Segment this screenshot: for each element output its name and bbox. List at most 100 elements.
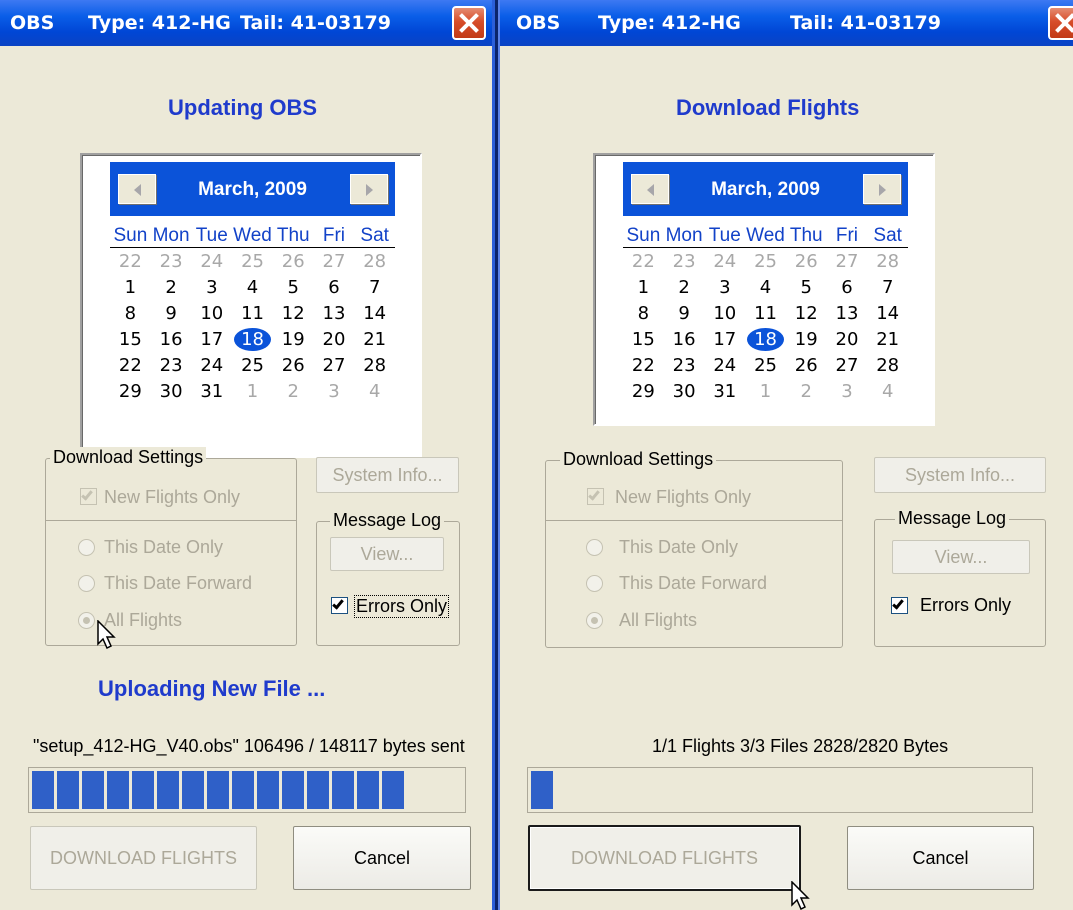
calendar-day[interactable]: 14 — [354, 303, 395, 324]
calendar-day[interactable]: 2 — [273, 381, 314, 402]
calendar-day[interactable]: 23 — [151, 355, 192, 376]
calendar-day[interactable]: 11 — [745, 303, 786, 324]
calendar-day[interactable]: 25 — [232, 251, 273, 272]
calendar-day[interactable]: 27 — [827, 251, 868, 272]
calendar-day[interactable]: 23 — [151, 251, 192, 272]
calendar-day[interactable]: 1 — [745, 381, 786, 402]
calendar-day[interactable]: 3 — [191, 277, 232, 298]
calendar-day[interactable]: 4 — [745, 277, 786, 298]
calendar-day[interactable]: 4 — [867, 381, 908, 402]
calendar-day[interactable]: 16 — [664, 329, 705, 350]
calendar-day[interactable]: 10 — [191, 303, 232, 324]
calendar-day[interactable]: 9 — [664, 303, 705, 324]
calendar-day[interactable]: 4 — [232, 277, 273, 298]
calendar-day[interactable]: 27 — [314, 251, 355, 272]
view-log-button[interactable]: View... — [892, 540, 1030, 574]
all-flights-radio[interactable] — [78, 612, 95, 629]
calendar-day[interactable]: 2 — [151, 277, 192, 298]
calendar-day[interactable]: 16 — [151, 329, 192, 350]
new-flights-only-checkbox[interactable] — [587, 488, 604, 505]
calendar-day[interactable]: 25 — [232, 355, 273, 376]
calendar-day[interactable]: 21 — [867, 329, 908, 350]
calendar-day[interactable]: 26 — [786, 355, 827, 376]
calendar-day[interactable]: 6 — [314, 277, 355, 298]
calendar-day[interactable]: 7 — [867, 277, 908, 298]
this-date-forward-radio[interactable] — [78, 575, 95, 592]
calendar-day[interactable]: 20 — [314, 329, 355, 350]
month-calendar[interactable]: March, 2009 Sun Mon Tue Wed Thu Fri Sat 22 23 24… — [593, 153, 935, 426]
calendar-day[interactable]: 23 — [664, 251, 705, 272]
calendar-day[interactable]: 22 — [110, 251, 151, 272]
calendar-day[interactable]: 2 — [664, 277, 705, 298]
new-flights-only-checkbox[interactable] — [80, 488, 97, 505]
calendar-day[interactable]: 19 — [786, 329, 827, 350]
this-date-forward-radio[interactable] — [586, 575, 603, 592]
calendar-day[interactable]: 24 — [191, 251, 232, 272]
title-bar[interactable]: OBS Type: 412-HG Tail: 41-03179 — [0, 0, 496, 46]
calendar-day-selected[interactable]: 18 — [745, 328, 786, 351]
calendar-day[interactable]: 1 — [623, 277, 664, 298]
calendar-day[interactable]: 6 — [827, 277, 868, 298]
calendar-day[interactable]: 31 — [191, 381, 232, 402]
calendar-day[interactable]: 8 — [623, 303, 664, 324]
all-flights-radio[interactable] — [586, 612, 603, 629]
view-log-button[interactable]: View... — [330, 537, 444, 571]
calendar-day[interactable]: 28 — [867, 355, 908, 376]
calendar-day[interactable]: 12 — [786, 303, 827, 324]
calendar-day[interactable]: 2 — [786, 381, 827, 402]
calendar-day[interactable]: 24 — [191, 355, 232, 376]
calendar-day[interactable]: 17 — [191, 329, 232, 350]
calendar-day[interactable]: 20 — [827, 329, 868, 350]
calendar-day[interactable]: 25 — [745, 355, 786, 376]
this-date-only-radio[interactable] — [586, 539, 603, 556]
calendar-day[interactable]: 10 — [704, 303, 745, 324]
calendar-day[interactable]: 19 — [273, 329, 314, 350]
calendar-day[interactable]: 22 — [110, 355, 151, 376]
this-date-only-radio[interactable] — [78, 539, 95, 556]
calendar-day[interactable]: 21 — [354, 329, 395, 350]
calendar-day[interactable]: 3 — [314, 381, 355, 402]
calendar-day[interactable]: 23 — [664, 355, 705, 376]
calendar-day[interactable]: 27 — [827, 355, 868, 376]
calendar-day[interactable]: 31 — [704, 381, 745, 402]
calendar-day[interactable]: 8 — [110, 303, 151, 324]
download-flights-button[interactable]: DOWNLOAD FLIGHTS — [30, 826, 257, 890]
calendar-day[interactable]: 28 — [354, 251, 395, 272]
calendar-day[interactable]: 13 — [827, 303, 868, 324]
calendar-day[interactable]: 7 — [354, 277, 395, 298]
calendar-day[interactable]: 13 — [314, 303, 355, 324]
system-info-button[interactable]: System Info... — [874, 457, 1046, 493]
next-month-button[interactable] — [863, 174, 901, 204]
calendar-day[interactable]: 11 — [232, 303, 273, 324]
calendar-day[interactable]: 3 — [704, 277, 745, 298]
calendar-day[interactable]: 4 — [354, 381, 395, 402]
calendar-day[interactable]: 26 — [273, 355, 314, 376]
calendar-day[interactable]: 29 — [623, 381, 664, 402]
close-icon[interactable] — [452, 6, 486, 40]
calendar-day[interactable]: 1 — [232, 381, 273, 402]
calendar-day[interactable]: 9 — [151, 303, 192, 324]
calendar-day[interactable]: 17 — [704, 329, 745, 350]
calendar-day[interactable]: 28 — [354, 355, 395, 376]
cancel-button[interactable]: Cancel — [847, 826, 1034, 890]
calendar-day[interactable]: 22 — [623, 251, 664, 272]
calendar-day[interactable]: 15 — [623, 329, 664, 350]
title-bar[interactable]: OBS Type: 412-HG Tail: 41-03179 — [500, 0, 1073, 46]
system-info-button[interactable]: System Info... — [316, 457, 459, 493]
close-icon[interactable] — [1048, 6, 1073, 40]
calendar-day[interactable]: 5 — [273, 277, 314, 298]
calendar-day[interactable]: 3 — [827, 381, 868, 402]
calendar-day[interactable]: 24 — [704, 251, 745, 272]
download-flights-button[interactable]: DOWNLOAD FLIGHTS — [528, 825, 801, 891]
cancel-button[interactable]: Cancel — [293, 826, 471, 890]
calendar-day[interactable]: 24 — [704, 355, 745, 376]
calendar-day[interactable]: 29 — [110, 381, 151, 402]
calendar-day[interactable]: 14 — [867, 303, 908, 324]
errors-only-checkbox[interactable] — [891, 597, 908, 614]
calendar-day[interactable]: 30 — [151, 381, 192, 402]
calendar-day[interactable]: 22 — [623, 355, 664, 376]
calendar-day[interactable]: 28 — [867, 251, 908, 272]
calendar-day[interactable]: 25 — [745, 251, 786, 272]
calendar-day[interactable]: 12 — [273, 303, 314, 324]
calendar-day-selected[interactable]: 18 — [232, 328, 273, 351]
